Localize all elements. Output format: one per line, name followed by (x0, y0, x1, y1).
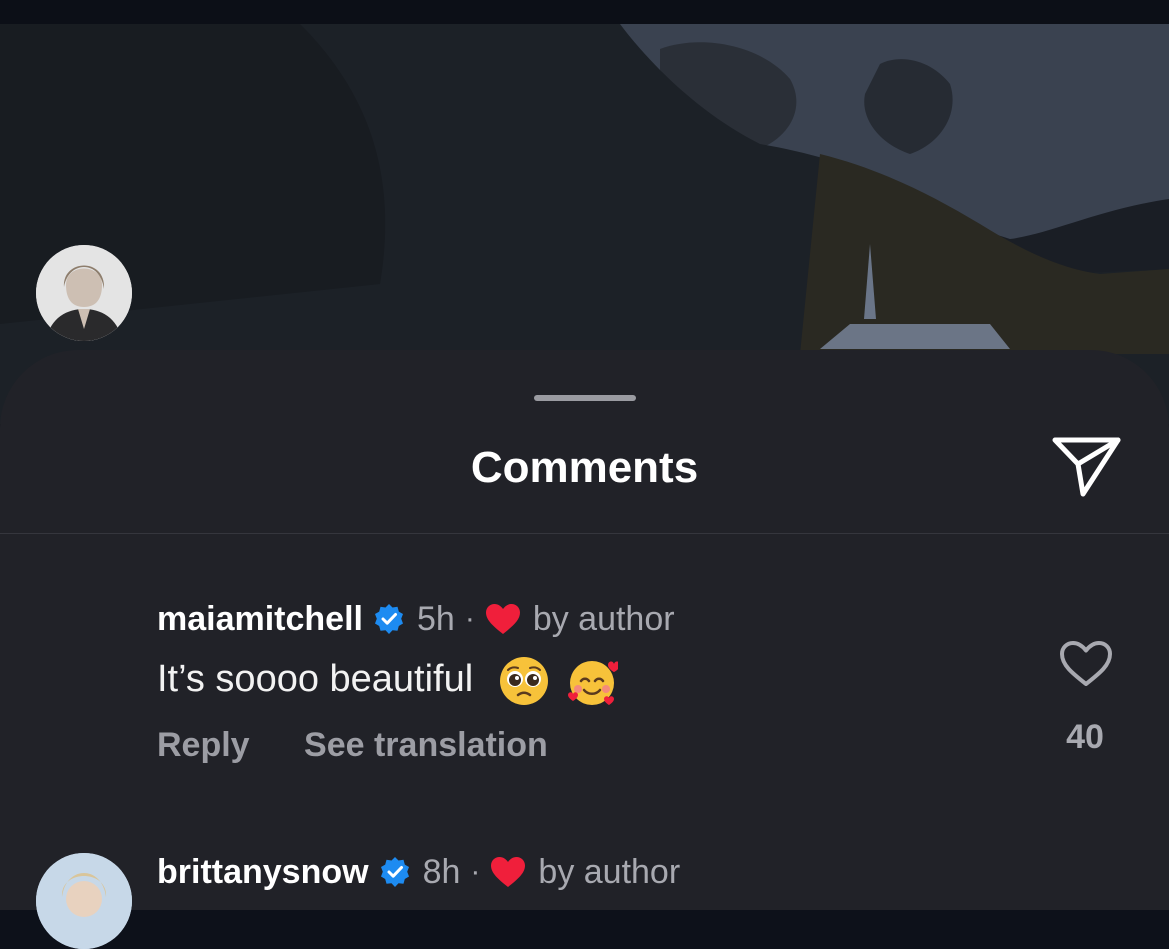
meta-separator: · (470, 855, 481, 888)
sheet-grabber-handle[interactable] (534, 395, 636, 401)
comment-meta: maiamitchell 5h · by author (157, 599, 675, 639)
liked-by-author-label: by author (532, 599, 675, 638)
avatar[interactable] (36, 245, 132, 341)
smiling-face-with-hearts-emoji-icon (566, 655, 621, 707)
avatar[interactable] (36, 853, 132, 949)
liked-by-author-label: by author (538, 852, 681, 891)
like-count: 40 (1066, 718, 1104, 756)
comment-timestamp: 8h (422, 852, 461, 891)
paper-plane-icon[interactable] (1050, 434, 1122, 500)
comment-meta: brittanysnow 8h · by author (157, 852, 680, 892)
verified-badge-icon (373, 603, 405, 635)
status-bar (0, 0, 1169, 24)
comment-username[interactable]: brittanysnow (157, 853, 369, 892)
header-divider (0, 533, 1169, 534)
heart-filled-icon (490, 856, 526, 888)
comment-timestamp: 5h (416, 599, 455, 638)
pleading-face-emoji-icon (498, 655, 550, 707)
heart-outline-icon[interactable] (1059, 640, 1113, 688)
comment-username[interactable]: maiamitchell (157, 600, 363, 639)
reply-button[interactable]: Reply (157, 726, 250, 765)
sheet-title: Comments (470, 443, 699, 492)
comment-body: It’s soooo beautiful (157, 655, 621, 707)
comments-sheet: Comments maiamitchell 5h · by author It’… (0, 245, 1169, 949)
comment-text: It’s soooo beautiful (157, 658, 474, 701)
verified-badge-icon (379, 856, 411, 888)
see-translation-button[interactable]: See translation (304, 726, 548, 765)
heart-filled-icon (485, 603, 521, 635)
comment-actions: Reply See translation (157, 726, 548, 765)
meta-separator: · (464, 602, 475, 635)
